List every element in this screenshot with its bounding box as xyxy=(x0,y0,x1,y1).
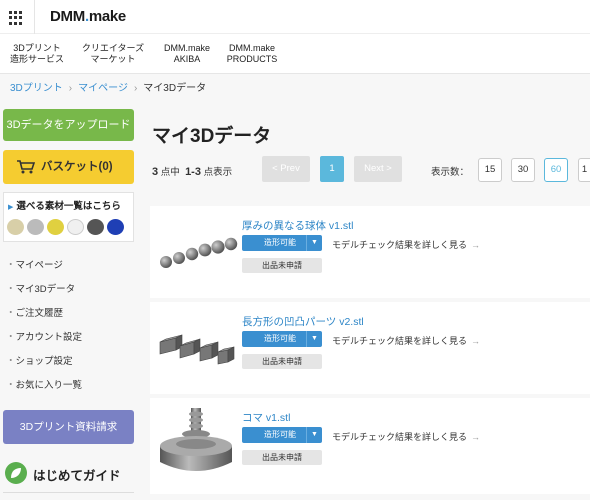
guide-label: はじめてガイド xyxy=(33,469,121,483)
model-file-name[interactable]: 長方形の凹凸パーツ v2.stl xyxy=(242,314,364,329)
status-label: 造形可能 xyxy=(264,334,296,343)
per-page-1xx[interactable]: 1 xyxy=(578,158,590,182)
menu-item-mypage[interactable]: マイページ xyxy=(6,254,82,278)
menu-item-shop-settings[interactable]: ショップ設定 xyxy=(6,350,82,374)
basket-label: バスケット(0) xyxy=(41,161,113,173)
breadcrumb: 3Dプリント › マイページ › マイ3Dデータ xyxy=(0,74,590,104)
leaf-icon xyxy=(5,462,27,484)
count-total: 3 xyxy=(152,166,159,178)
main-content: マイ3Dデータ 3 点中 1-3 点表示 < Prev 1 Next > 表示数… xyxy=(150,104,590,500)
dmm-make-logo[interactable]: DMM.make xyxy=(50,8,126,25)
per-page-30[interactable]: 30 xyxy=(511,158,535,182)
model-check-label: モデルチェック結果を詳しく見る xyxy=(332,432,468,442)
unlisted-badge[interactable]: 出品未申請 xyxy=(242,450,322,465)
page-body: 3Dデータをアップロード バスケット(0) ▶選べる素材一覧はこちら マイページ… xyxy=(0,104,590,500)
caret-down-icon: ▼ xyxy=(306,331,322,347)
breadcrumb-mypage[interactable]: マイページ xyxy=(78,83,128,94)
menu-item-account-settings[interactable]: アカウント設定 xyxy=(6,326,83,350)
per-page-15[interactable]: 15 xyxy=(478,158,502,182)
breadcrumb-current: マイ3Dデータ xyxy=(143,83,207,94)
model-file-name[interactable]: コマ v1.stl xyxy=(242,410,290,425)
model-check-label: モデルチェック結果を詳しく見る xyxy=(332,336,468,346)
menu-item-order-history[interactable]: ご注文履歴 xyxy=(6,302,82,326)
caret-down-icon: ▼ xyxy=(306,427,322,443)
nav-products[interactable]: DMM.make PRODUCTS xyxy=(224,43,280,65)
model-check-link[interactable]: モデルチェック結果を詳しく見る → xyxy=(332,238,480,251)
page-title: マイ3Dデータ xyxy=(152,126,272,147)
per-page-label: 表示数： xyxy=(431,167,470,178)
apps-grid-icon[interactable] xyxy=(9,11,23,25)
arrow-right-icon: → xyxy=(471,240,481,250)
count-total-label: 点中 xyxy=(160,167,180,178)
nav-3d-print[interactable]: 3Dプリント 造形サービス xyxy=(9,43,65,65)
status-label: 造形可能 xyxy=(264,238,296,247)
blocks-thumbnail[interactable] xyxy=(154,310,238,386)
per-page-60[interactable]: 60 xyxy=(544,158,568,182)
breadcrumb-separator: › xyxy=(68,83,73,94)
materials-banner[interactable]: ▶ 選べる素材一覧はこちら xyxy=(3,192,134,242)
breadcrumb-separator: › xyxy=(133,83,138,94)
triangle-right-icon: ▶ xyxy=(8,204,14,211)
sidebar: 3Dデータをアップロード バスケット(0) ▶選べる素材一覧はこちら マイページ… xyxy=(0,104,140,500)
caret-down-icon: ▼ xyxy=(306,235,322,251)
basket-button[interactable]: バスケット(0) xyxy=(3,150,134,184)
model-check-link[interactable]: モデルチェック結果を詳しく見る → xyxy=(332,430,480,443)
beginner-guide-link[interactable]: はじめてガイド xyxy=(3,460,134,488)
model-file-name[interactable]: 厚みの異なる球体 v1.stl xyxy=(242,218,353,233)
divider xyxy=(3,492,134,493)
menu-item-favorites[interactable]: お気に入り一覧 xyxy=(6,374,83,398)
unlisted-badge[interactable]: 出品未申請 xyxy=(242,354,322,369)
mypage-menu: マイページ マイ3Dデータ ご注文履歴 アカウント設定 ショップ設定 お気に入り… xyxy=(6,254,83,398)
breadcrumb-3d-print[interactable]: 3Dプリント xyxy=(10,83,63,94)
next-page-button[interactable]: Next > xyxy=(354,156,402,182)
model-check-label: モデルチェック結果を詳しく見る xyxy=(332,240,468,250)
printable-status-dropdown[interactable]: 造形可能 ▼ xyxy=(242,331,322,347)
upload-3d-data-button[interactable]: 3Dデータをアップロード xyxy=(3,109,134,141)
arrow-right-icon: → xyxy=(471,336,481,346)
page-number-current[interactable]: 1 xyxy=(320,156,344,182)
spinning-top-thumbnail[interactable] xyxy=(154,406,238,482)
arrow-right-icon: → xyxy=(471,432,481,442)
status-label: 造形可能 xyxy=(264,430,296,439)
top-bar: DMM.make xyxy=(0,0,590,34)
prev-page-button[interactable]: < Prev xyxy=(262,156,310,182)
spheres-thumbnail[interactable] xyxy=(154,214,238,290)
divider xyxy=(34,0,35,34)
printable-status-dropdown[interactable]: 造形可能 ▼ xyxy=(242,427,322,443)
model-card: 長方形の凹凸パーツ v2.stl 造形可能 ▼ モデルチェック結果を詳しく見る → … xyxy=(150,302,590,394)
menu-item-my-3d-data[interactable]: マイ3Dデータ xyxy=(6,278,82,302)
model-card: コマ v1.stl 造形可能 ▼ モデルチェック結果を詳しく見る → 出品未申請 xyxy=(150,398,590,494)
request-brochure-button[interactable]: 3Dプリント資料請求 xyxy=(3,410,134,444)
model-card: 厚みの異なる球体 v1.stl 造形可能 ▼ モデルチェック結果を詳しく見る → 出… xyxy=(150,206,590,298)
materials-link-text: 選べる素材一覧はこちら xyxy=(16,201,121,212)
global-nav: 3Dプリント 造形サービス クリエイターズ マーケット DMM.make AKIBA … xyxy=(0,34,590,74)
cart-icon xyxy=(17,160,35,174)
nav-akiba[interactable]: DMM.make AKIBA xyxy=(162,43,212,65)
unlisted-badge[interactable]: 出品未申請 xyxy=(242,258,322,273)
result-count: 3 点中 1-3 点表示 xyxy=(152,164,232,178)
count-range-label: 点表示 xyxy=(203,167,233,178)
material-samples-image xyxy=(7,219,124,235)
nav-creators-market[interactable]: クリエイターズ マーケット xyxy=(78,43,148,65)
materials-banner-title: ▶ 選べる素材一覧はこちら xyxy=(8,198,121,212)
count-range: 1-3 xyxy=(185,166,201,178)
printable-status-dropdown[interactable]: 造形可能 ▼ xyxy=(242,235,322,251)
model-check-link[interactable]: モデルチェック結果を詳しく見る → xyxy=(332,334,480,347)
